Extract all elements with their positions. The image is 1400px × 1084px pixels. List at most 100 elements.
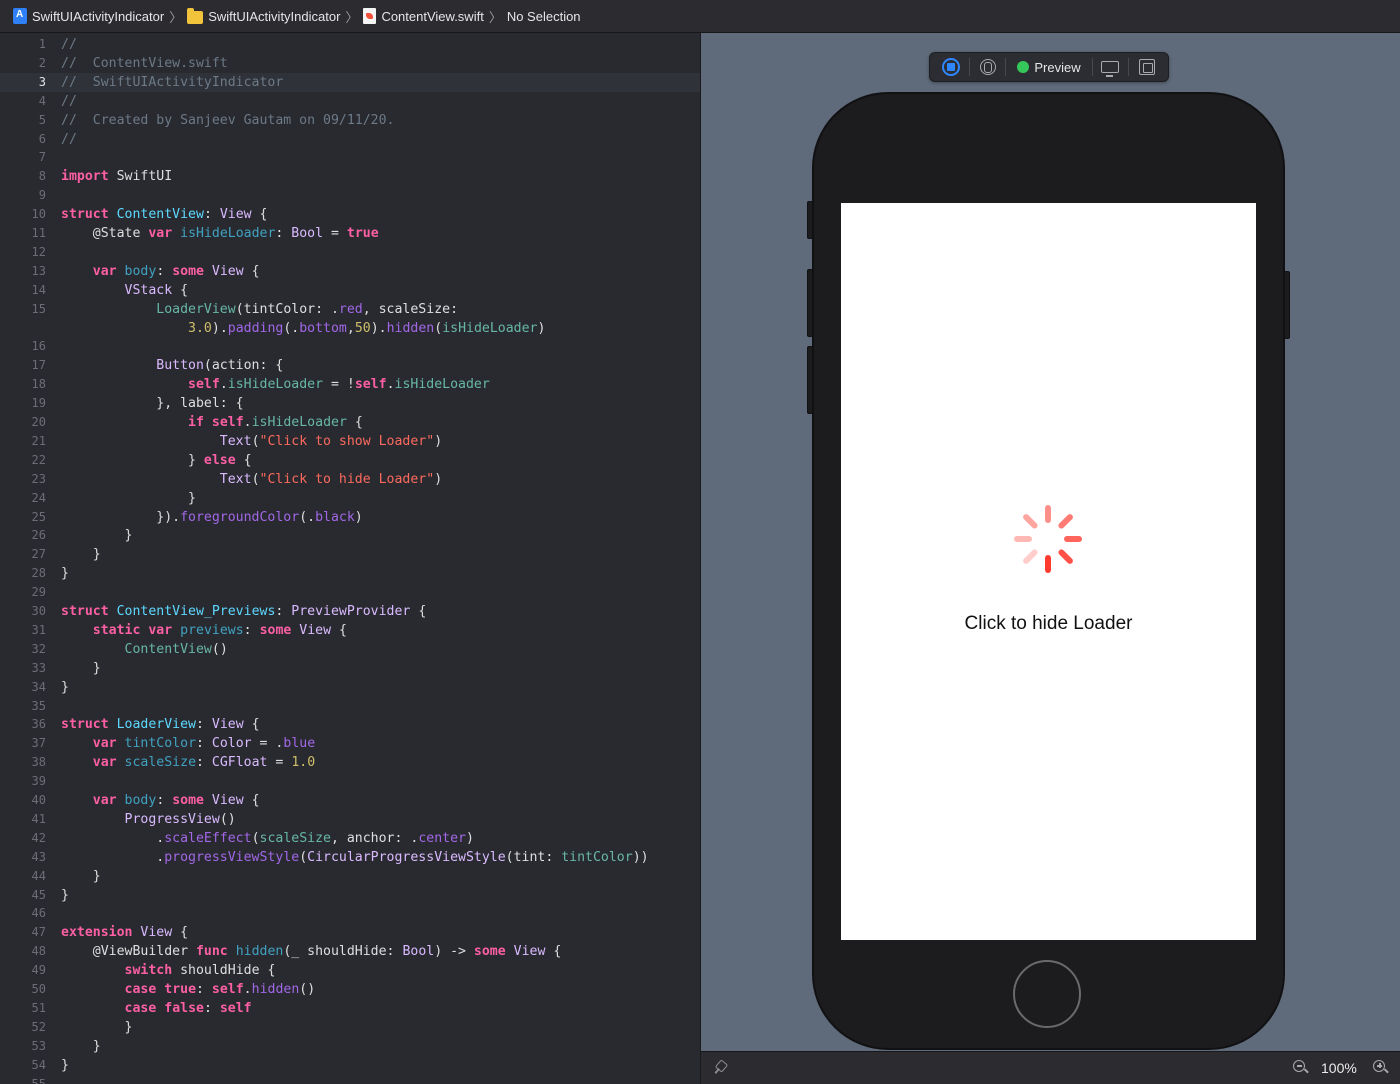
code-line[interactable]: 26 } bbox=[0, 526, 700, 545]
code-line[interactable]: 49 switch shouldHide { bbox=[0, 961, 700, 980]
code-line[interactable]: 11 @State var isHideLoader: Bool = true bbox=[0, 224, 700, 243]
xcode-project-icon bbox=[13, 8, 27, 24]
preview-label: Preview bbox=[1034, 59, 1081, 75]
line-number: 10 bbox=[31, 207, 46, 222]
code-line[interactable]: 55 bbox=[0, 1075, 700, 1084]
code-line[interactable]: 41 ProgressView() bbox=[0, 810, 700, 829]
zoom-level[interactable]: 100% bbox=[1321, 1060, 1357, 1076]
code-line[interactable]: 43 .progressViewStyle(CircularProgressVi… bbox=[0, 848, 700, 867]
code-line[interactable]: 6 // bbox=[0, 130, 700, 149]
code-line[interactable]: 8 import SwiftUI bbox=[0, 167, 700, 186]
hide-loader-button[interactable]: Click to hide Loader bbox=[841, 613, 1256, 635]
preview-button[interactable]: Preview bbox=[1009, 56, 1088, 78]
line-number: 43 bbox=[31, 849, 46, 864]
code-line[interactable]: 9 bbox=[0, 186, 700, 205]
code-line[interactable]: 19 }, label: { bbox=[0, 394, 700, 413]
code-line[interactable]: 37 var tintColor: Color = .blue bbox=[0, 734, 700, 753]
preview-status-dot bbox=[1017, 61, 1030, 73]
code-text: }).foregroundColor(.black) bbox=[61, 509, 363, 525]
code-line[interactable]: 39 bbox=[0, 772, 700, 791]
code-line[interactable]: 53 } bbox=[0, 1037, 700, 1056]
source-editor[interactable]: 1 // 2 // ContentView.swift 3 // SwiftUIActiv… bbox=[0, 33, 700, 1084]
code-line[interactable]: 51 case false: self bbox=[0, 999, 700, 1018]
line-number: 32 bbox=[31, 641, 46, 656]
code-line[interactable]: 27 } bbox=[0, 545, 700, 564]
code-text: } bbox=[61, 887, 69, 903]
code-line[interactable]: 21 Text("Click to show Loader") bbox=[0, 432, 700, 451]
code-line[interactable]: 48 @ViewBuilder func hidden(_ shouldHide… bbox=[0, 942, 700, 961]
code-line[interactable]: 28} bbox=[0, 564, 700, 583]
line-number: 44 bbox=[31, 868, 46, 883]
code-line[interactable]: 25 }).foregroundColor(.black) bbox=[0, 508, 700, 527]
code-line[interactable]: 16 bbox=[0, 337, 700, 356]
breadcrumb-selection[interactable]: No Selection bbox=[507, 6, 581, 26]
code-line[interactable]: 23 Text("Click to hide Loader") bbox=[0, 470, 700, 489]
line-number: 18 bbox=[31, 377, 46, 392]
zoom-in-icon[interactable] bbox=[1373, 1060, 1389, 1076]
line-number: 41 bbox=[31, 811, 46, 826]
breadcrumb-project-label: SwiftUIActivityIndicator bbox=[32, 8, 165, 24]
toolbar-divider bbox=[1128, 58, 1130, 76]
zoom-out-icon[interactable] bbox=[1293, 1060, 1309, 1076]
code-text: // bbox=[61, 131, 77, 147]
code-line[interactable]: 38 var scaleSize: CGFloat = 1.0 bbox=[0, 753, 700, 772]
code-line[interactable]: 14 VStack { bbox=[0, 281, 700, 300]
home-button[interactable] bbox=[1013, 960, 1081, 1028]
code-line[interactable]: 17 Button(action: { bbox=[0, 356, 700, 375]
code-line[interactable]: 54} bbox=[0, 1056, 700, 1075]
device-settings-button[interactable] bbox=[1096, 56, 1126, 78]
code-line[interactable]: 7 bbox=[0, 148, 700, 167]
code-text: } bbox=[61, 660, 101, 676]
code-line[interactable]: 36 struct LoaderView: View { bbox=[0, 715, 700, 734]
line-number: 49 bbox=[31, 963, 46, 978]
preview-toolbar: Preview bbox=[929, 52, 1169, 82]
code-line[interactable]: 22 } else { bbox=[0, 451, 700, 470]
code-line[interactable]: 24 } bbox=[0, 489, 700, 508]
line-number: 9 bbox=[38, 188, 46, 203]
code-line[interactable]: 47 extension View { bbox=[0, 923, 700, 942]
code-line[interactable]: 31 static var previews: some View { bbox=[0, 621, 700, 640]
line-number: 2 bbox=[38, 55, 46, 70]
line-number: 4 bbox=[38, 93, 46, 108]
code-line[interactable]: 29 bbox=[0, 583, 700, 602]
code-line[interactable]: 52 } bbox=[0, 1018, 700, 1037]
code-line[interactable]: 35 bbox=[0, 697, 700, 716]
code-line[interactable]: 15 LoaderView(tintColor: .red, scaleSize… bbox=[0, 300, 700, 319]
breadcrumb-project[interactable]: SwiftUIActivityIndicator bbox=[13, 6, 164, 26]
code-line[interactable]: 46 bbox=[0, 904, 700, 923]
code-line[interactable]: 45} bbox=[0, 886, 700, 905]
code-text: LoaderView(tintColor: .red, scaleSize: bbox=[156, 301, 459, 317]
code-line[interactable]: 4 // bbox=[0, 92, 700, 111]
toolbar-divider bbox=[1005, 58, 1007, 76]
line-number: 36 bbox=[31, 717, 46, 732]
code-line[interactable]: 13 var body: some View { bbox=[0, 262, 700, 281]
duplicate-preview-button[interactable] bbox=[1132, 56, 1162, 78]
breadcrumb-folder[interactable]: SwiftUIActivityIndicator bbox=[187, 6, 340, 26]
live-preview-button[interactable] bbox=[936, 56, 966, 78]
spinner-spoke bbox=[1064, 536, 1082, 542]
code-line[interactable]: 18 self.isHideLoader = !self.isHideLoade… bbox=[0, 375, 700, 394]
line-number: 30 bbox=[31, 604, 46, 618]
code-line[interactable]: 42 .scaleEffect(scaleSize, anchor: .cent… bbox=[0, 829, 700, 848]
code-line[interactable]: 2 // ContentView.swift bbox=[0, 54, 700, 73]
code-line[interactable]: 1 // bbox=[0, 35, 700, 54]
line-number: 3 bbox=[38, 74, 46, 89]
pin-icon[interactable] bbox=[713, 1061, 727, 1075]
code-line[interactable]: 20 if self.isHideLoader { bbox=[0, 413, 700, 432]
pin-preview-button[interactable] bbox=[973, 56, 1003, 78]
code-line[interactable]: 5 // Created by Sanjeev Gautam on 09/11/2… bbox=[0, 111, 700, 130]
code-line[interactable]: 32 ContentView() bbox=[0, 640, 700, 659]
code-line[interactable]: 33 } bbox=[0, 659, 700, 678]
code-line[interactable]: 10 struct ContentView: View { bbox=[0, 205, 700, 224]
line-number: 8 bbox=[38, 169, 46, 184]
code-line[interactable]: 50 case true: self.hidden() bbox=[0, 980, 700, 999]
code-text: } bbox=[61, 1057, 69, 1073]
code-line[interactable]: 34} bbox=[0, 678, 700, 697]
code-line[interactable]: 12 bbox=[0, 243, 700, 262]
breadcrumb-file[interactable]: ContentView.swift bbox=[363, 6, 484, 26]
code-line[interactable]: 30 struct ContentView_Previews: PreviewPr… bbox=[0, 602, 700, 621]
code-line[interactable]: 44 } bbox=[0, 867, 700, 886]
code-line[interactable]: 3 // SwiftUIActivityIndicator bbox=[0, 72, 700, 92]
code-line[interactable]: 40 var body: some View { bbox=[0, 791, 700, 810]
code-line[interactable]: 3.0).padding(.bottom,50).hidden(isHideLo… bbox=[0, 319, 700, 338]
